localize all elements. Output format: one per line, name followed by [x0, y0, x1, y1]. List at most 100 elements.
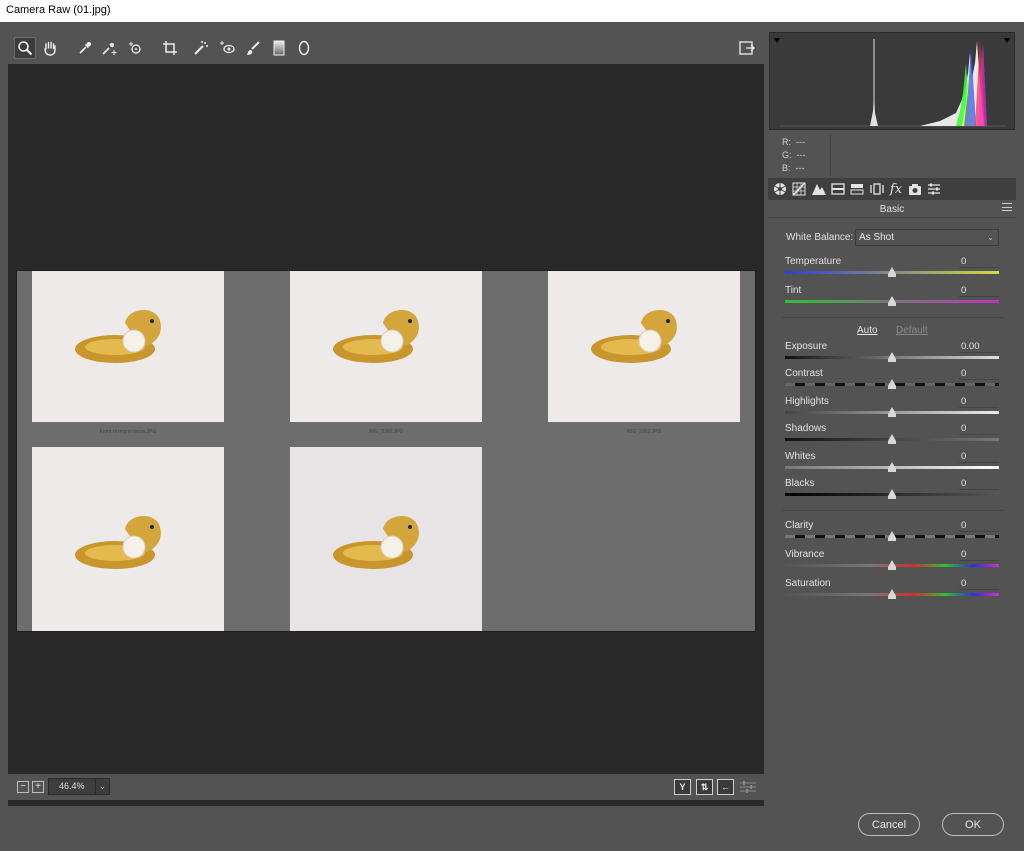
white-balance-select[interactable]: As Shot ⌄	[855, 229, 999, 246]
radial-filter-tool-button[interactable]	[293, 37, 315, 59]
adjustment-pane: R: --- G: --- B: --- fx Basic White Bala…	[768, 32, 1016, 800]
spot-removal-icon	[194, 41, 208, 55]
slider-handle[interactable]	[888, 407, 896, 417]
slider-value-input[interactable]: 0	[959, 256, 999, 268]
tab-basic[interactable]	[772, 181, 788, 197]
temperature-slider[interactable]: Temperature 0	[785, 256, 999, 278]
shadow-clipping-indicator[interactable]	[774, 38, 780, 43]
slider-value-input[interactable]: 0	[959, 478, 999, 490]
slider-label: Blacks	[785, 478, 815, 489]
auto-tone-link[interactable]: Auto	[857, 325, 878, 336]
slider-label: Highlights	[785, 396, 829, 407]
zoom-level-value: 46.4%	[59, 781, 85, 791]
copy-settings-button[interactable]: ←	[717, 779, 734, 795]
thumbnail-4[interactable]	[32, 447, 224, 631]
tool-bar	[8, 32, 764, 64]
slider-value-input[interactable]: 0.00	[959, 341, 999, 353]
white-balance-value: As Shot	[859, 232, 895, 243]
color-sampler-tool-button[interactable]	[98, 37, 120, 59]
slider-handle[interactable]	[888, 267, 896, 277]
default-tone-link[interactable]: Default	[896, 325, 928, 336]
zoom-out-button[interactable]: −	[17, 781, 29, 793]
hand-tool-button[interactable]	[39, 37, 61, 59]
slider-value-input[interactable]: 0	[959, 285, 999, 297]
tab-lens-corrections[interactable]	[869, 181, 885, 197]
slider-value-input[interactable]: 0	[959, 520, 999, 532]
highlight-clipping-indicator[interactable]	[1004, 38, 1010, 43]
contrast-slider[interactable]: Contrast 0	[785, 368, 999, 390]
detail-icon	[812, 184, 826, 195]
tab-split-toning[interactable]	[849, 181, 865, 197]
white-balance-tool-button[interactable]	[74, 37, 96, 59]
swap-before-after-button[interactable]: ⇅	[696, 779, 713, 795]
panel-menu-icon[interactable]	[1002, 203, 1012, 211]
ring-image	[333, 309, 419, 363]
crop-tool-button[interactable]	[159, 37, 181, 59]
rgb-readout: R: --- G: --- B: ---	[782, 136, 806, 175]
slider-value-input[interactable]: 0	[959, 549, 999, 561]
tab-detail[interactable]	[811, 181, 827, 197]
slider-handle[interactable]	[888, 296, 896, 306]
slider-value-input[interactable]: 0	[959, 368, 999, 380]
zoom-level-select[interactable]: 46.4% ⌄	[48, 778, 110, 795]
target-adjust-icon	[129, 42, 141, 54]
panel-tabs: fx	[768, 178, 1016, 200]
histogram-graph	[774, 38, 1010, 127]
slider-handle[interactable]	[888, 352, 896, 362]
cancel-button[interactable]: Cancel	[858, 813, 920, 836]
g-value: ---	[796, 150, 806, 160]
slider-value-input[interactable]: 0	[959, 423, 999, 435]
exposure-slider[interactable]: Exposure 0.00	[785, 341, 999, 363]
thumbnail-caption: IMG_3160.JPG	[368, 429, 404, 435]
slider-value-input[interactable]: 0	[959, 396, 999, 408]
red-eye-tool-button[interactable]	[216, 37, 238, 59]
whites-slider[interactable]: Whites 0	[785, 451, 999, 473]
exit-to-photoshop-icon	[739, 41, 755, 55]
zoom-in-button[interactable]: +	[32, 781, 44, 793]
slider-value-input[interactable]: 0	[959, 578, 999, 590]
ring-image	[75, 309, 161, 363]
shadows-slider[interactable]: Shadows 0	[785, 423, 999, 445]
tab-hsl[interactable]	[830, 181, 846, 197]
blacks-slider[interactable]: Blacks 0	[785, 478, 999, 500]
ellipse-icon	[298, 40, 310, 56]
vibrance-slider[interactable]: Vibrance 0	[785, 549, 999, 571]
slider-handle[interactable]	[888, 531, 896, 541]
zoom-tool-button[interactable]	[14, 37, 36, 59]
thumbnail-2[interactable]	[290, 271, 482, 422]
panel-title: Basic	[768, 201, 1016, 218]
preview-preferences-icon[interactable]	[740, 781, 756, 793]
slider-handle[interactable]	[888, 462, 896, 472]
tab-presets[interactable]	[926, 181, 942, 197]
thumbnail-5[interactable]	[290, 447, 482, 631]
tab-tone-curve[interactable]	[791, 181, 807, 197]
open-in-photoshop-button[interactable]	[736, 37, 758, 59]
ring-image	[591, 309, 677, 363]
slider-handle[interactable]	[888, 379, 896, 389]
tab-effects[interactable]: fx	[888, 181, 904, 197]
slider-handle[interactable]	[888, 560, 896, 570]
saturation-slider[interactable]: Saturation 0	[785, 578, 999, 600]
slider-label: Temperature	[785, 256, 842, 267]
thumbnail-caption: IMG_3162.JPG	[626, 429, 662, 435]
thumbnail-1[interactable]	[32, 271, 224, 422]
tint-slider[interactable]: Tint 0	[785, 285, 999, 307]
g-label: G:	[782, 150, 792, 160]
slider-label: Shadows	[785, 423, 827, 434]
slider-handle[interactable]	[888, 434, 896, 444]
highlights-slider[interactable]: Highlights 0	[785, 396, 999, 418]
before-after-toggle-button[interactable]: Y	[674, 779, 691, 795]
slider-handle[interactable]	[888, 489, 896, 499]
tab-camera-calibration[interactable]	[907, 181, 923, 197]
targeted-adjustment-tool-button[interactable]	[124, 37, 146, 59]
ok-button[interactable]: OK	[942, 813, 1004, 836]
slider-value-input[interactable]: 0	[959, 451, 999, 463]
slider-handle[interactable]	[888, 589, 896, 599]
adjustment-brush-tool-button[interactable]	[242, 37, 264, 59]
spot-removal-tool-button[interactable]	[190, 37, 212, 59]
thumbnail-3[interactable]	[548, 271, 740, 422]
clarity-slider[interactable]: Clarity 0	[785, 520, 999, 542]
preview-canvas: Front of ring in focus.JPG IMG_3160.JPG	[8, 64, 764, 806]
graduated-filter-tool-button[interactable]	[268, 37, 290, 59]
red-eye-icon	[220, 41, 235, 54]
